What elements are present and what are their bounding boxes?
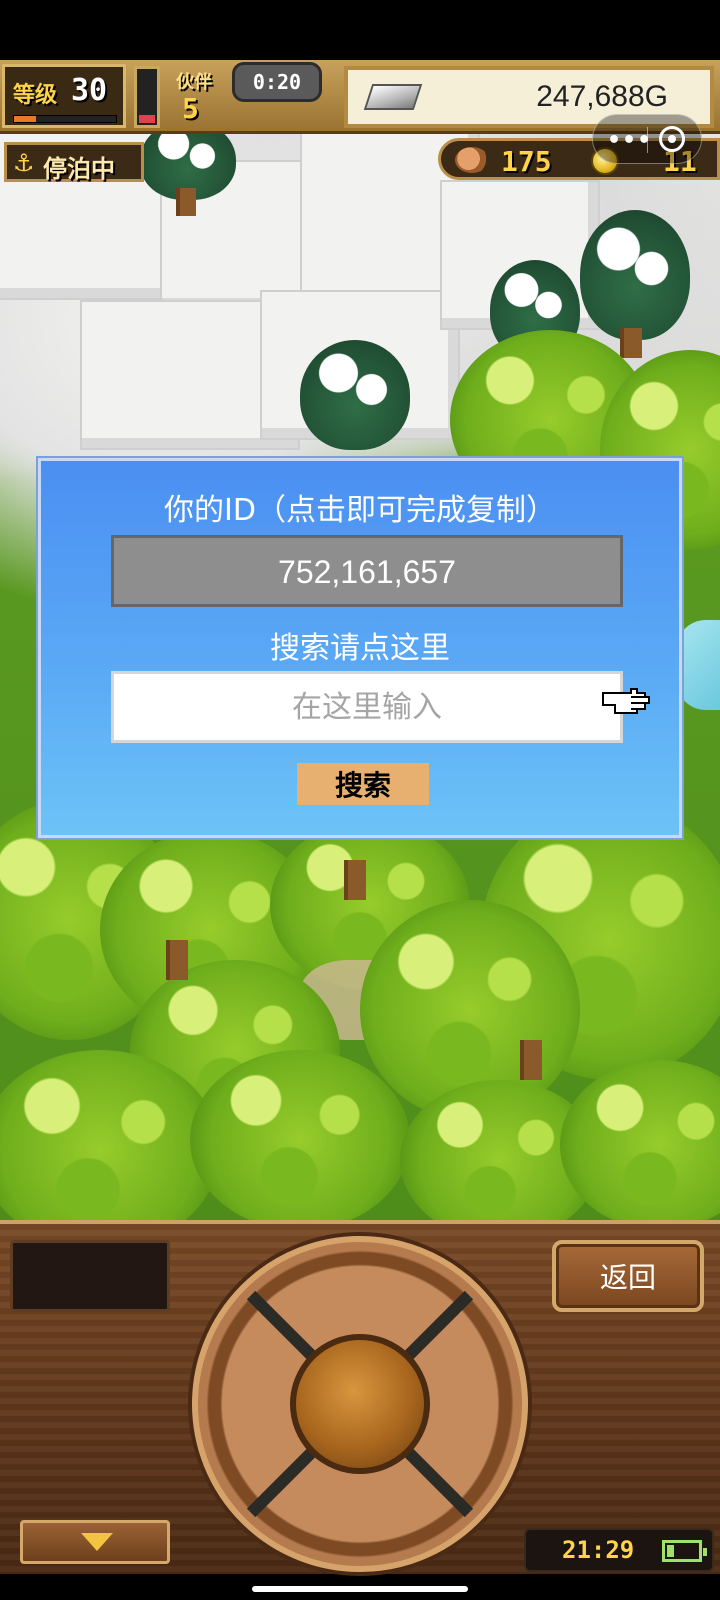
- food-icon: [455, 147, 489, 173]
- battery-icon: [662, 1540, 707, 1562]
- search-input[interactable]: [111, 671, 623, 743]
- search-button[interactable]: 搜索: [297, 763, 429, 805]
- exp-bar-fill: [14, 116, 37, 122]
- crew-panel: 伙伴 5: [168, 64, 232, 128]
- river: [676, 620, 720, 710]
- bush: [560, 1060, 720, 1220]
- food-value: 175: [501, 145, 552, 178]
- tree-trunk: [620, 328, 642, 358]
- money-value: 247,688G: [536, 80, 668, 113]
- miniprogram-capsule: •••: [592, 114, 702, 164]
- timer-text: 0:20: [252, 70, 302, 94]
- close-icon[interactable]: [659, 126, 685, 152]
- anchor-icon: ⚓: [13, 149, 35, 177]
- id-copy-box[interactable]: 752,161,657: [111, 535, 623, 607]
- snowy-tree: [580, 210, 690, 340]
- exp-bar: [13, 115, 117, 123]
- home-indicator: [252, 1586, 468, 1592]
- crew-label: 伙伴: [176, 72, 212, 93]
- silver-ingot-icon: [363, 84, 423, 110]
- clock-panel: 21:29: [524, 1528, 714, 1572]
- more-icon[interactable]: •••: [607, 128, 652, 153]
- anchored-text: 停泊中: [43, 155, 115, 183]
- tree-trunk: [166, 940, 188, 980]
- bush: [190, 1050, 410, 1220]
- stamina-fill: [139, 114, 155, 123]
- level-panel: 等级 30: [2, 64, 126, 128]
- dpad-center-button[interactable]: [290, 1334, 430, 1474]
- id-title: 你的ID（点击即可完成复制）: [164, 493, 556, 528]
- anchored-status: ⚓ 停泊中: [4, 142, 144, 183]
- search-title: 搜索请点这里: [270, 631, 450, 666]
- tree-trunk: [520, 1040, 542, 1080]
- stamina-gauge: [134, 66, 160, 128]
- direction-pad[interactable]: [192, 1236, 528, 1572]
- menu-toggle-button[interactable]: [20, 1520, 170, 1564]
- capsule-divider: [647, 127, 648, 153]
- control-panel: 返回 21:29: [0, 1220, 720, 1574]
- info-slot: [10, 1240, 170, 1312]
- battery-fill: [667, 1545, 674, 1557]
- back-button[interactable]: 返回: [552, 1240, 704, 1312]
- tree-trunk: [344, 860, 366, 900]
- pointer-hand-icon: [602, 688, 650, 714]
- id-value: 752,161,657: [278, 554, 456, 590]
- timer-panel: 0:20: [232, 62, 322, 102]
- level-value: 30: [71, 73, 108, 108]
- friend-search-dialog: 你的ID（点击即可完成复制） 752,161,657 搜索请点这里 搜索: [38, 458, 682, 838]
- tree-trunk: [176, 188, 196, 216]
- snowy-tree: [300, 340, 410, 450]
- level-label: 等级: [13, 83, 58, 108]
- crew-value: 5: [182, 92, 199, 125]
- down-arrow-icon: [81, 1533, 113, 1551]
- clock-text: 21:29: [562, 1536, 635, 1564]
